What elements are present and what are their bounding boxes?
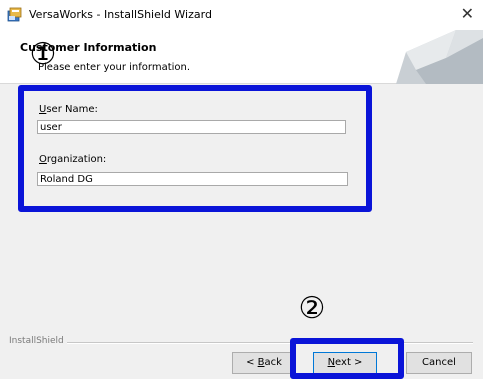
callout-step1: ①: [29, 37, 57, 72]
callout-step2: ②: [298, 291, 326, 326]
page-subtitle: Please enter your information.: [38, 62, 191, 73]
close-icon[interactable]: ✕: [461, 5, 474, 23]
footer-divider: [67, 342, 473, 344]
installer-icon: [7, 7, 22, 22]
back-button[interactable]: < Back: [232, 352, 296, 374]
highlight-box-step1: [18, 85, 372, 212]
installshield-brand: InstallShield: [9, 336, 64, 346]
highlight-box-step2: [290, 338, 404, 379]
title-bar: VersaWorks - InstallShield Wizard ✕: [0, 0, 483, 29]
window-title: VersaWorks - InstallShield Wizard: [29, 8, 212, 21]
cancel-button[interactable]: Cancel: [406, 352, 472, 374]
curled-page-graphic: [396, 30, 483, 84]
